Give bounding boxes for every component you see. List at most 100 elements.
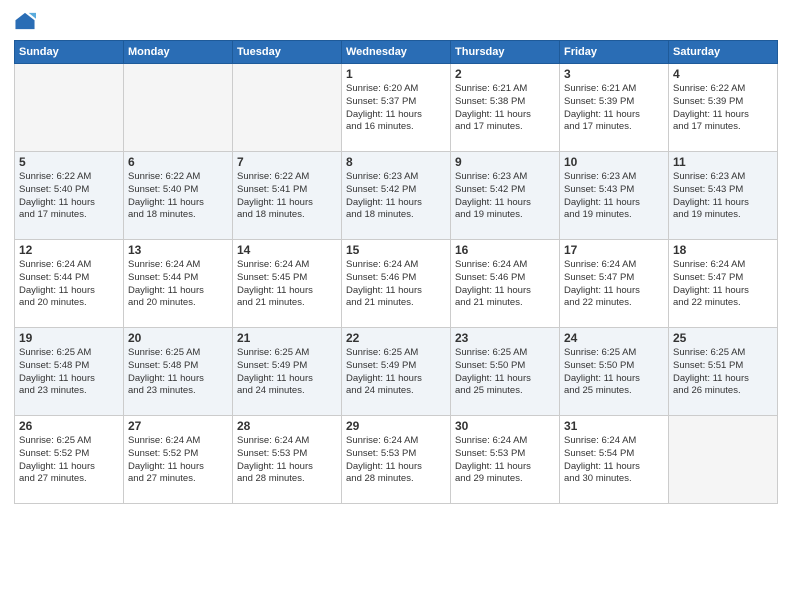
day-info: Sunrise: 6:24 AM Sunset: 5:46 PM Dayligh… — [346, 259, 446, 310]
day-number: 11 — [673, 155, 773, 169]
day-cell: 12 Sunrise: 6:24 AM Sunset: 5:44 PM Dayli… — [15, 240, 124, 328]
day-info: Sunrise: 6:24 AM Sunset: 5:47 PM Dayligh… — [673, 259, 773, 310]
day-number: 7 — [237, 155, 337, 169]
day-info: Sunrise: 6:20 AM Sunset: 5:37 PM Dayligh… — [346, 83, 446, 134]
logo-icon — [14, 10, 36, 32]
day-number: 9 — [455, 155, 555, 169]
day-number: 31 — [564, 419, 664, 433]
day-number: 26 — [19, 419, 119, 433]
day-number: 22 — [346, 331, 446, 345]
day-cell — [233, 64, 342, 152]
day-info: Sunrise: 6:25 AM Sunset: 5:52 PM Dayligh… — [19, 435, 119, 486]
day-cell: 27 Sunrise: 6:24 AM Sunset: 5:52 PM Dayli… — [124, 416, 233, 504]
day-cell: 15 Sunrise: 6:24 AM Sunset: 5:46 PM Dayli… — [342, 240, 451, 328]
week-row-5: 26 Sunrise: 6:25 AM Sunset: 5:52 PM Dayli… — [15, 416, 778, 504]
day-info: Sunrise: 6:24 AM Sunset: 5:53 PM Dayligh… — [455, 435, 555, 486]
day-info: Sunrise: 6:23 AM Sunset: 5:43 PM Dayligh… — [564, 171, 664, 222]
day-cell — [669, 416, 778, 504]
week-row-1: 1 Sunrise: 6:20 AM Sunset: 5:37 PM Daylig… — [15, 64, 778, 152]
day-info: Sunrise: 6:24 AM Sunset: 5:44 PM Dayligh… — [128, 259, 228, 310]
week-row-2: 5 Sunrise: 6:22 AM Sunset: 5:40 PM Daylig… — [15, 152, 778, 240]
day-cell: 31 Sunrise: 6:24 AM Sunset: 5:54 PM Dayli… — [560, 416, 669, 504]
header-row: SundayMondayTuesdayWednesdayThursdayFrid… — [15, 41, 778, 64]
day-info: Sunrise: 6:22 AM Sunset: 5:40 PM Dayligh… — [128, 171, 228, 222]
calendar-header: SundayMondayTuesdayWednesdayThursdayFrid… — [15, 41, 778, 64]
day-cell — [15, 64, 124, 152]
day-cell: 19Sunrise: 6:25 AM Sunset: 5:48 PM Dayli… — [15, 328, 124, 416]
day-cell: 11 Sunrise: 6:23 AM Sunset: 5:43 PM Dayli… — [669, 152, 778, 240]
day-number: 21 — [237, 331, 337, 345]
day-number: 2 — [455, 67, 555, 81]
day-cell: 21Sunrise: 6:25 AM Sunset: 5:49 PM Dayli… — [233, 328, 342, 416]
day-cell: 17 Sunrise: 6:24 AM Sunset: 5:47 PM Dayli… — [560, 240, 669, 328]
day-info: Sunrise: 6:21 AM Sunset: 5:38 PM Dayligh… — [455, 83, 555, 134]
day-info: Sunrise: 6:25 AM Sunset: 5:51 PM Dayligh… — [673, 347, 773, 398]
day-number: 29 — [346, 419, 446, 433]
day-number: 30 — [455, 419, 555, 433]
day-info: Sunrise: 6:22 AM Sunset: 5:39 PM Dayligh… — [673, 83, 773, 134]
day-number: 1 — [346, 67, 446, 81]
day-cell: 24Sunrise: 6:25 AM Sunset: 5:50 PM Dayli… — [560, 328, 669, 416]
week-row-4: 19Sunrise: 6:25 AM Sunset: 5:48 PM Dayli… — [15, 328, 778, 416]
day-number: 25 — [673, 331, 773, 345]
day-cell: 4 Sunrise: 6:22 AM Sunset: 5:39 PM Daylig… — [669, 64, 778, 152]
logo — [14, 10, 40, 32]
day-cell: 10 Sunrise: 6:23 AM Sunset: 5:43 PM Dayli… — [560, 152, 669, 240]
day-cell: 22 Sunrise: 6:25 AM Sunset: 5:49 PM Dayli… — [342, 328, 451, 416]
day-cell — [124, 64, 233, 152]
day-header-friday: Friday — [560, 41, 669, 64]
day-info: Sunrise: 6:21 AM Sunset: 5:39 PM Dayligh… — [564, 83, 664, 134]
day-header-thursday: Thursday — [451, 41, 560, 64]
day-info: Sunrise: 6:25 AM Sunset: 5:48 PM Dayligh… — [19, 347, 119, 398]
day-cell: 3 Sunrise: 6:21 AM Sunset: 5:39 PM Daylig… — [560, 64, 669, 152]
day-number: 20 — [128, 331, 228, 345]
day-cell: 16 Sunrise: 6:24 AM Sunset: 5:46 PM Dayli… — [451, 240, 560, 328]
day-info: Sunrise: 6:24 AM Sunset: 5:46 PM Dayligh… — [455, 259, 555, 310]
day-number: 5 — [19, 155, 119, 169]
day-number: 15 — [346, 243, 446, 257]
day-number: 3 — [564, 67, 664, 81]
day-info: Sunrise: 6:24 AM Sunset: 5:54 PM Dayligh… — [564, 435, 664, 486]
day-cell: 1 Sunrise: 6:20 AM Sunset: 5:37 PM Daylig… — [342, 64, 451, 152]
day-cell: 28 Sunrise: 6:24 AM Sunset: 5:53 PM Dayli… — [233, 416, 342, 504]
day-cell: 13Sunrise: 6:24 AM Sunset: 5:44 PM Dayli… — [124, 240, 233, 328]
day-number: 28 — [237, 419, 337, 433]
day-cell: 23Sunrise: 6:25 AM Sunset: 5:50 PM Dayli… — [451, 328, 560, 416]
day-cell: 29 Sunrise: 6:24 AM Sunset: 5:53 PM Dayli… — [342, 416, 451, 504]
day-number: 17 — [564, 243, 664, 257]
day-info: Sunrise: 6:24 AM Sunset: 5:53 PM Dayligh… — [237, 435, 337, 486]
day-header-tuesday: Tuesday — [233, 41, 342, 64]
day-number: 14 — [237, 243, 337, 257]
day-number: 6 — [128, 155, 228, 169]
day-info: Sunrise: 6:25 AM Sunset: 5:49 PM Dayligh… — [346, 347, 446, 398]
day-header-sunday: Sunday — [15, 41, 124, 64]
day-number: 27 — [128, 419, 228, 433]
page: SundayMondayTuesdayWednesdayThursdayFrid… — [0, 0, 792, 612]
day-info: Sunrise: 6:23 AM Sunset: 5:42 PM Dayligh… — [455, 171, 555, 222]
day-info: Sunrise: 6:24 AM Sunset: 5:47 PM Dayligh… — [564, 259, 664, 310]
day-cell: 9 Sunrise: 6:23 AM Sunset: 5:42 PM Daylig… — [451, 152, 560, 240]
day-number: 12 — [19, 243, 119, 257]
day-cell: 30 Sunrise: 6:24 AM Sunset: 5:53 PM Dayli… — [451, 416, 560, 504]
day-cell: 18 Sunrise: 6:24 AM Sunset: 5:47 PM Dayli… — [669, 240, 778, 328]
day-info: Sunrise: 6:24 AM Sunset: 5:53 PM Dayligh… — [346, 435, 446, 486]
day-header-monday: Monday — [124, 41, 233, 64]
day-info: Sunrise: 6:24 AM Sunset: 5:44 PM Dayligh… — [19, 259, 119, 310]
day-cell: 25 Sunrise: 6:25 AM Sunset: 5:51 PM Dayli… — [669, 328, 778, 416]
day-info: Sunrise: 6:25 AM Sunset: 5:50 PM Dayligh… — [455, 347, 555, 398]
day-info: Sunrise: 6:23 AM Sunset: 5:42 PM Dayligh… — [346, 171, 446, 222]
day-number: 4 — [673, 67, 773, 81]
day-info: Sunrise: 6:24 AM Sunset: 5:52 PM Dayligh… — [128, 435, 228, 486]
day-number: 10 — [564, 155, 664, 169]
day-number: 18 — [673, 243, 773, 257]
day-number: 16 — [455, 243, 555, 257]
calendar-body: 1 Sunrise: 6:20 AM Sunset: 5:37 PM Daylig… — [15, 64, 778, 504]
day-cell: 14Sunrise: 6:24 AM Sunset: 5:45 PM Dayli… — [233, 240, 342, 328]
day-number: 8 — [346, 155, 446, 169]
day-info: Sunrise: 6:22 AM Sunset: 5:40 PM Dayligh… — [19, 171, 119, 222]
day-cell: 6 Sunrise: 6:22 AM Sunset: 5:40 PM Daylig… — [124, 152, 233, 240]
day-cell: 7Sunrise: 6:22 AM Sunset: 5:41 PM Daylig… — [233, 152, 342, 240]
day-cell: 26 Sunrise: 6:25 AM Sunset: 5:52 PM Dayli… — [15, 416, 124, 504]
day-info: Sunrise: 6:23 AM Sunset: 5:43 PM Dayligh… — [673, 171, 773, 222]
header — [14, 10, 778, 32]
